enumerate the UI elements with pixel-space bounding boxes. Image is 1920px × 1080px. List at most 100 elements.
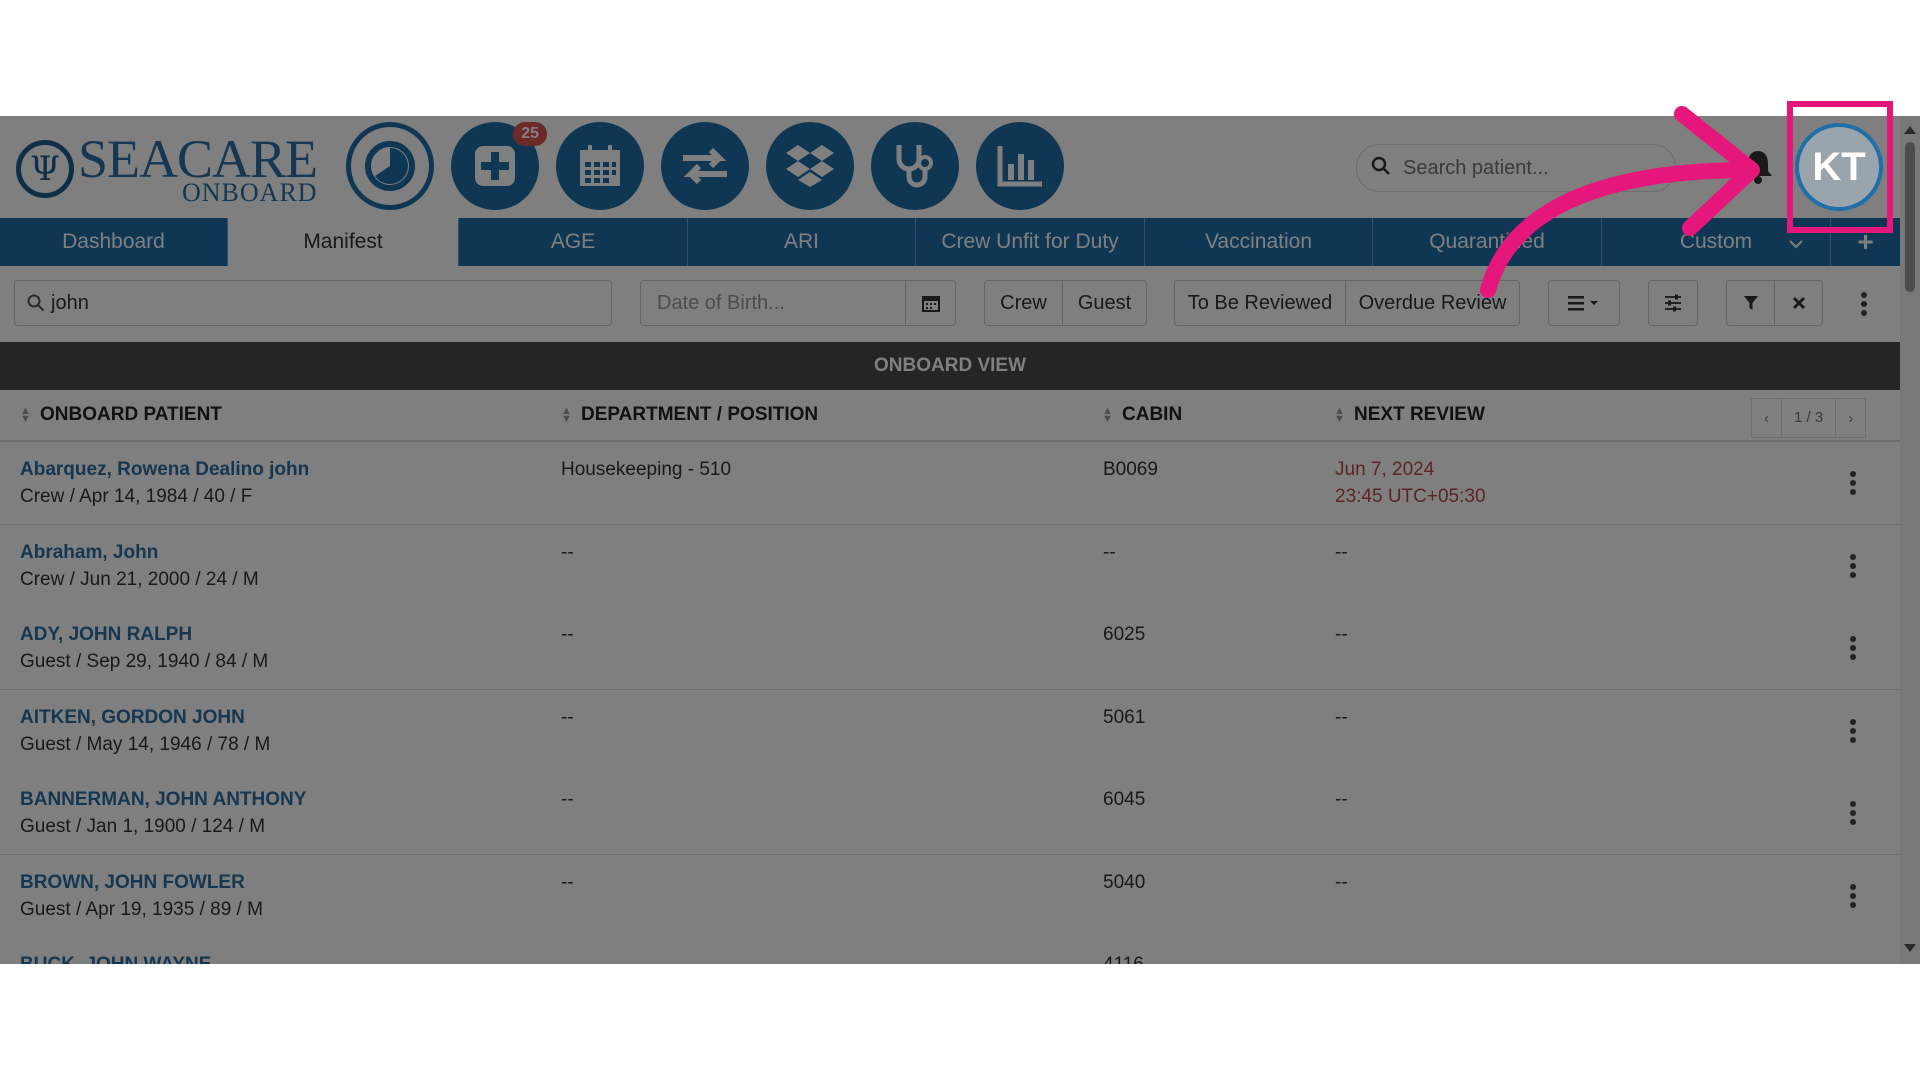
column-next-review-label: NEXT REVIEW (1354, 404, 1485, 425)
patient-info: Guest / May 14, 1946 / 78 / M (20, 734, 271, 755)
table-row[interactable]: AITKEN, GORDON JOHN Guest / May 14, 1946 … (0, 690, 1900, 773)
row-menu-icon[interactable] (1848, 551, 1858, 581)
cabin-cell: 6025 (1103, 624, 1146, 645)
tab-dashboard[interactable]: Dashboard (0, 218, 228, 266)
department-cell: -- (561, 789, 574, 810)
chevron-right-icon[interactable]: › (1836, 410, 1865, 427)
nav-icons: 25 (346, 122, 1064, 210)
tab-manifest[interactable]: Manifest (228, 218, 459, 266)
clear-filter-button[interactable] (1774, 280, 1823, 326)
table-row[interactable]: Abraham, John Crew / Jun 21, 2000 / 24 / … (0, 525, 1900, 608)
patient-info: Guest / Apr 19, 1935 / 89 / M (20, 899, 263, 920)
sort-icon: ▲ ▼ (20, 405, 31, 425)
bar-chart-icon[interactable] (976, 122, 1064, 210)
department-cell: -- (561, 542, 574, 563)
pointer-arrow-icon (1480, 106, 1760, 298)
department-cell: -- (561, 707, 574, 728)
row-menu-icon[interactable] (1848, 468, 1858, 498)
stethoscope-icon[interactable] (871, 122, 959, 210)
column-department[interactable]: ▲ ▼ DEPARTMENT / POSITION (561, 390, 818, 440)
department-cell: -- (561, 624, 574, 645)
name-search-input[interactable]: john (51, 292, 89, 315)
review-date: -- (1335, 542, 1348, 563)
more-options-icon[interactable] (1860, 292, 1868, 321)
cabin-cell: 4116 (1103, 951, 1144, 964)
logo-sea: SEA (78, 129, 178, 189)
patient-name-link[interactable]: Abraham, John (20, 539, 259, 566)
sort-icon: ▲ ▼ (1102, 405, 1113, 425)
column-cabin[interactable]: ▲ ▼ CABIN (1102, 390, 1182, 440)
column-next-review[interactable]: ▲ ▼ NEXT REVIEW (1334, 390, 1485, 440)
row-menu-icon[interactable] (1848, 716, 1858, 746)
patient-name-link[interactable]: BUCK, JOHN WAYNE (20, 951, 211, 964)
page-indicator: 1 / 3 (1781, 399, 1837, 437)
guest-filter-button[interactable]: Guest (1062, 280, 1147, 326)
patient-name-link[interactable]: Abarquez, Rowena Dealino john (20, 456, 309, 483)
trident-logo-icon: Ψ (16, 140, 74, 198)
transfer-icon[interactable] (661, 122, 749, 210)
patient-name-link[interactable]: AITKEN, GORDON JOHN (20, 704, 270, 731)
table-header: ▲ ▼ ONBOARD PATIENT ▲ ▼ DEPARTMENT / POSITIO… (0, 390, 1900, 442)
department-cell: -- (561, 872, 574, 893)
vertical-scrollbar[interactable] (1900, 116, 1920, 964)
logo-sub: ONBOARD (182, 178, 318, 207)
cabin-cell: 5061 (1103, 707, 1146, 728)
tab-crew-unfit[interactable]: Crew Unfit for Duty (916, 218, 1145, 266)
row-menu-icon[interactable] (1848, 881, 1858, 911)
tab-ari[interactable]: ARI (688, 218, 916, 266)
table-row[interactable]: BANNERMAN, JOHN ANTHONY Guest / Jan 1, 19… (0, 772, 1900, 855)
onboard-view-title: ONBOARD VIEW (0, 342, 1900, 390)
review-date: -- (1335, 707, 1348, 728)
crew-filter-button[interactable]: Crew (984, 280, 1063, 326)
sort-icon: ▲ ▼ (561, 405, 572, 425)
review-date: Jun 7, 2024 (1335, 459, 1435, 480)
patient-name-link[interactable]: ADY, JOHN RALPH (20, 621, 268, 648)
row-menu-icon[interactable] (1848, 633, 1858, 663)
patient-info: Crew / Jun 21, 2000 / 24 / M (20, 569, 259, 590)
patient-name-link[interactable]: BANNERMAN, JOHN ANTHONY (20, 786, 306, 813)
cabin-cell: -- (1103, 542, 1116, 563)
patient-info: Guest / Jan 1, 1900 / 124 / M (20, 816, 266, 837)
scroll-down-icon[interactable] (1904, 944, 1916, 952)
chevron-down-icon (1788, 232, 1804, 256)
calendar-picker-button[interactable] (905, 280, 956, 326)
name-search-box[interactable]: john (14, 280, 612, 326)
chevron-left-icon[interactable]: ‹ (1752, 410, 1781, 427)
seacare-logo[interactable]: Ψ SEACARE ONBOARD (16, 126, 331, 212)
dropbox-icon[interactable] (766, 122, 854, 210)
table-row[interactable]: BUCK, JOHN WAYNE 4116 (0, 937, 1900, 964)
sort-icon: ▲ ▼ (1334, 405, 1345, 425)
column-cabin-label: CABIN (1122, 404, 1183, 425)
review-date: -- (1335, 872, 1348, 893)
table-row[interactable]: Abarquez, Rowena Dealino john Crew / Apr … (0, 442, 1900, 525)
tab-vaccination[interactable]: Vaccination (1145, 218, 1373, 266)
table-row[interactable]: ADY, JOHN RALPH Guest / Sep 29, 1940 / 84… (0, 607, 1900, 690)
add-medical-icon[interactable]: 25 (451, 122, 547, 210)
tab-age[interactable]: AGE (459, 218, 688, 266)
scrollbar-thumb[interactable] (1905, 142, 1915, 292)
search-icon (1371, 156, 1391, 181)
table-row[interactable]: BROWN, JOHN FOWLER Guest / Apr 19, 1935 /… (0, 855, 1900, 938)
patient-name-link[interactable]: BROWN, JOHN FOWLER (20, 869, 263, 896)
review-date: -- (1335, 624, 1348, 645)
patient-info: Crew / Apr 14, 1984 / 40 / F (20, 486, 253, 507)
cabin-cell: 6045 (1103, 789, 1146, 810)
calendar-icon[interactable] (556, 122, 644, 210)
row-menu-icon[interactable] (1848, 798, 1858, 828)
review-time: 23:45 UTC+05:30 (1335, 486, 1486, 507)
dob-input[interactable]: Date of Birth... (640, 280, 906, 326)
department-cell: Housekeeping - 510 (561, 459, 732, 480)
avatar-highlight-box (1787, 101, 1893, 233)
cabin-cell: B0069 (1103, 459, 1158, 480)
notification-badge: 25 (513, 122, 547, 146)
to-be-reviewed-button[interactable]: To Be Reviewed (1174, 280, 1346, 326)
column-onboard-patient-label: ONBOARD PATIENT (40, 404, 222, 425)
column-department-label: DEPARTMENT / POSITION (581, 404, 819, 425)
scroll-up-icon[interactable] (1904, 126, 1916, 134)
dashboard-pie-icon[interactable] (346, 122, 434, 210)
search-icon (27, 294, 45, 312)
calendar-icon (921, 293, 941, 313)
review-date: -- (1335, 789, 1348, 810)
pagination: ‹ 1 / 3 › (1751, 398, 1867, 438)
column-onboard-patient[interactable]: ▲ ▼ ONBOARD PATIENT (20, 390, 222, 440)
